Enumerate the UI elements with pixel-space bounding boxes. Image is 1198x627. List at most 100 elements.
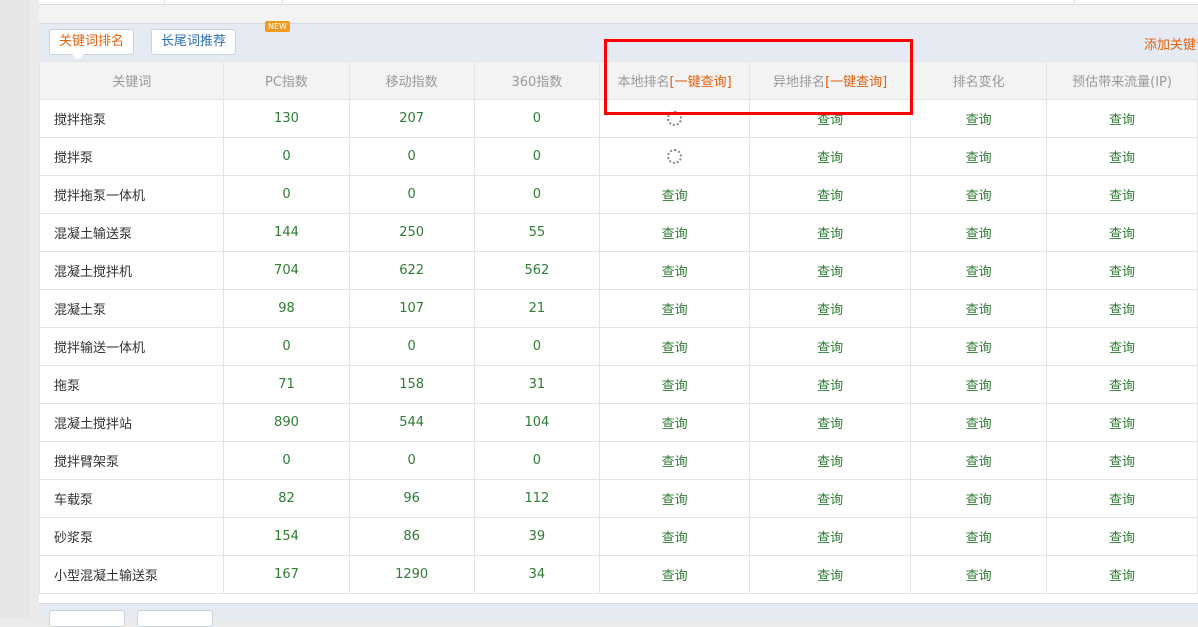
index-360-cell: 21 xyxy=(473,289,601,328)
index-360-cell: 562 xyxy=(473,251,601,290)
local-rank-query[interactable]: 查询 xyxy=(599,175,751,214)
pc-index-cell: 167 xyxy=(223,555,350,594)
tab-longtail-recommend[interactable]: 长尾词推荐 xyxy=(151,29,237,55)
remote-rank-query[interactable]: 查询 xyxy=(749,403,912,442)
next-section-tab-1[interactable] xyxy=(49,610,125,627)
traffic-query[interactable]: 查询 xyxy=(1046,441,1198,480)
remote-rank-query[interactable]: 查询 xyxy=(749,213,912,252)
local-rank-query[interactable]: 查询 xyxy=(599,517,751,556)
remote-rank-query[interactable]: 查询 xyxy=(749,99,912,138)
rank-change-query[interactable]: 查询 xyxy=(910,555,1048,594)
keyword-cell: 混凝土输送泵 xyxy=(38,213,225,252)
traffic-query[interactable]: 查询 xyxy=(1046,403,1198,442)
pc-index-cell: 890 xyxy=(223,403,350,442)
rank-change-query[interactable]: 查询 xyxy=(910,403,1048,442)
header-keyword: 关键词 xyxy=(38,61,225,100)
local-rank-query[interactable]: 查询 xyxy=(599,441,751,480)
index-360-cell: 55 xyxy=(473,213,601,252)
traffic-query[interactable]: 查询 xyxy=(1046,213,1198,252)
header-rank-change: 排名变化 xyxy=(910,61,1048,100)
remote-rank-query[interactable]: 查询 xyxy=(749,137,912,176)
pc-index-cell: 704 xyxy=(223,251,350,290)
traffic-query[interactable]: 查询 xyxy=(1046,327,1198,366)
new-badge: NEW xyxy=(265,21,290,32)
rank-change-query[interactable]: 查询 xyxy=(910,365,1048,404)
remote-rank-query[interactable]: 查询 xyxy=(749,517,912,556)
mobile-index-cell: 158 xyxy=(348,365,475,404)
index-360-cell: 0 xyxy=(473,441,601,480)
remote-rank-query[interactable]: 查询 xyxy=(749,441,912,480)
mobile-index-cell: 207 xyxy=(348,99,475,138)
keyword-cell: 混凝土泵 xyxy=(38,289,225,328)
keyword-cell: 搅拌拖泵一体机 xyxy=(38,175,225,214)
rank-change-query[interactable]: 查询 xyxy=(910,251,1048,290)
table-header-row: 关键词 PC指数 移动指数 360指数 本地排名[一键查询] 异地排名[一键查询… xyxy=(38,61,1198,100)
traffic-query[interactable]: 查询 xyxy=(1046,365,1198,404)
keyword-cell: 砂浆泵 xyxy=(38,517,225,556)
pc-index-cell: 144 xyxy=(223,213,350,252)
traffic-query[interactable]: 查询 xyxy=(1046,517,1198,556)
local-rank-query[interactable]: 查询 xyxy=(599,479,751,518)
header-remote-rank-label: 异地排名 xyxy=(773,75,826,90)
next-section-tab-2[interactable] xyxy=(137,610,213,627)
remote-rank-query[interactable]: 查询 xyxy=(749,327,912,366)
index-360-cell: 0 xyxy=(473,137,601,176)
mobile-index-cell: 96 xyxy=(348,479,475,518)
mobile-index-cell: 0 xyxy=(348,441,475,480)
local-rank-query[interactable]: 查询 xyxy=(599,289,751,328)
keyword-cell: 搅拌输送一体机 xyxy=(38,327,225,366)
header-360-index: 360指数 xyxy=(473,61,601,100)
remote-rank-query[interactable]: 查询 xyxy=(749,479,912,518)
keyword-cell: 搅拌臂架泵 xyxy=(38,441,225,480)
mobile-index-cell: 0 xyxy=(348,137,475,176)
remote-rank-query[interactable]: 查询 xyxy=(749,175,912,214)
remote-rank-query[interactable]: 查询 xyxy=(749,289,912,328)
table-row: 小型混凝土输送泵 167 1290 34 查询 查询 查询 查询 xyxy=(38,555,1198,594)
add-keyword-link[interactable]: 添加关键词 xyxy=(1144,34,1198,53)
index-360-cell: 104 xyxy=(473,403,601,442)
rank-change-query[interactable]: 查询 xyxy=(910,517,1048,556)
header-local-rank-label: 本地排名 xyxy=(617,75,670,90)
rank-change-query[interactable]: 查询 xyxy=(910,479,1048,518)
header-remote-rank: 异地排名[一键查询] xyxy=(749,61,912,100)
local-rank-query[interactable]: 查询 xyxy=(599,213,751,252)
local-rank-query[interactable]: 查询 xyxy=(599,555,751,594)
traffic-query[interactable]: 查询 xyxy=(1046,289,1198,328)
index-360-cell: 0 xyxy=(473,327,601,366)
table-row: 混凝土输送泵 144 250 55 查询 查询 查询 查询 xyxy=(38,213,1198,252)
traffic-query[interactable]: 查询 xyxy=(1046,99,1198,138)
remote-rank-query[interactable]: 查询 xyxy=(749,251,912,290)
table-row: 混凝土搅拌站 890 544 104 查询 查询 查询 查询 xyxy=(38,403,1198,442)
mobile-index-cell: 622 xyxy=(348,251,475,290)
local-rank-query[interactable]: 查询 xyxy=(599,251,751,290)
remote-rank-query[interactable]: 查询 xyxy=(749,555,912,594)
rank-change-query[interactable]: 查询 xyxy=(910,289,1048,328)
traffic-query[interactable]: 查询 xyxy=(1046,479,1198,518)
rank-change-query[interactable]: 查询 xyxy=(910,327,1048,366)
traffic-query[interactable]: 查询 xyxy=(1046,137,1198,176)
keyword-rank-panel: 关键词排名 长尾词推荐 NEW 添加关键词 关键词 PC指数 移动指数 360指… xyxy=(38,0,1198,627)
local-rank-query[interactable]: 查询 xyxy=(599,327,751,366)
tab-bar: 关键词排名 长尾词推荐 NEW 添加关键词 xyxy=(39,21,1198,62)
table-row: 混凝土搅拌机 704 622 562 查询 查询 查询 查询 xyxy=(38,251,1198,290)
tab-keyword-rank[interactable]: 关键词排名 xyxy=(49,29,135,60)
header-local-rank: 本地排名[一键查询] xyxy=(599,61,751,100)
keyword-cell: 混凝土搅拌站 xyxy=(38,403,225,442)
local-rank-query[interactable]: 查询 xyxy=(599,403,751,442)
pc-index-cell: 0 xyxy=(223,327,350,366)
pc-index-cell: 130 xyxy=(223,99,350,138)
rank-change-query[interactable]: 查询 xyxy=(910,99,1048,138)
table-row: 搅拌拖泵 130 207 0 查询 查询 查询 xyxy=(38,99,1198,138)
traffic-query[interactable]: 查询 xyxy=(1046,251,1198,290)
loading-spinner-icon xyxy=(667,111,683,126)
rank-change-query[interactable]: 查询 xyxy=(910,213,1048,252)
rank-change-query[interactable]: 查询 xyxy=(910,441,1048,480)
local-rank-batch-query-link[interactable]: [一键查询] xyxy=(670,75,732,90)
rank-change-query[interactable]: 查询 xyxy=(910,175,1048,214)
remote-rank-batch-query-link[interactable]: [一键查询] xyxy=(825,75,887,90)
rank-change-query[interactable]: 查询 xyxy=(910,137,1048,176)
traffic-query[interactable]: 查询 xyxy=(1046,175,1198,214)
traffic-query[interactable]: 查询 xyxy=(1046,555,1198,594)
remote-rank-query[interactable]: 查询 xyxy=(749,365,912,404)
local-rank-query[interactable]: 查询 xyxy=(599,365,751,404)
